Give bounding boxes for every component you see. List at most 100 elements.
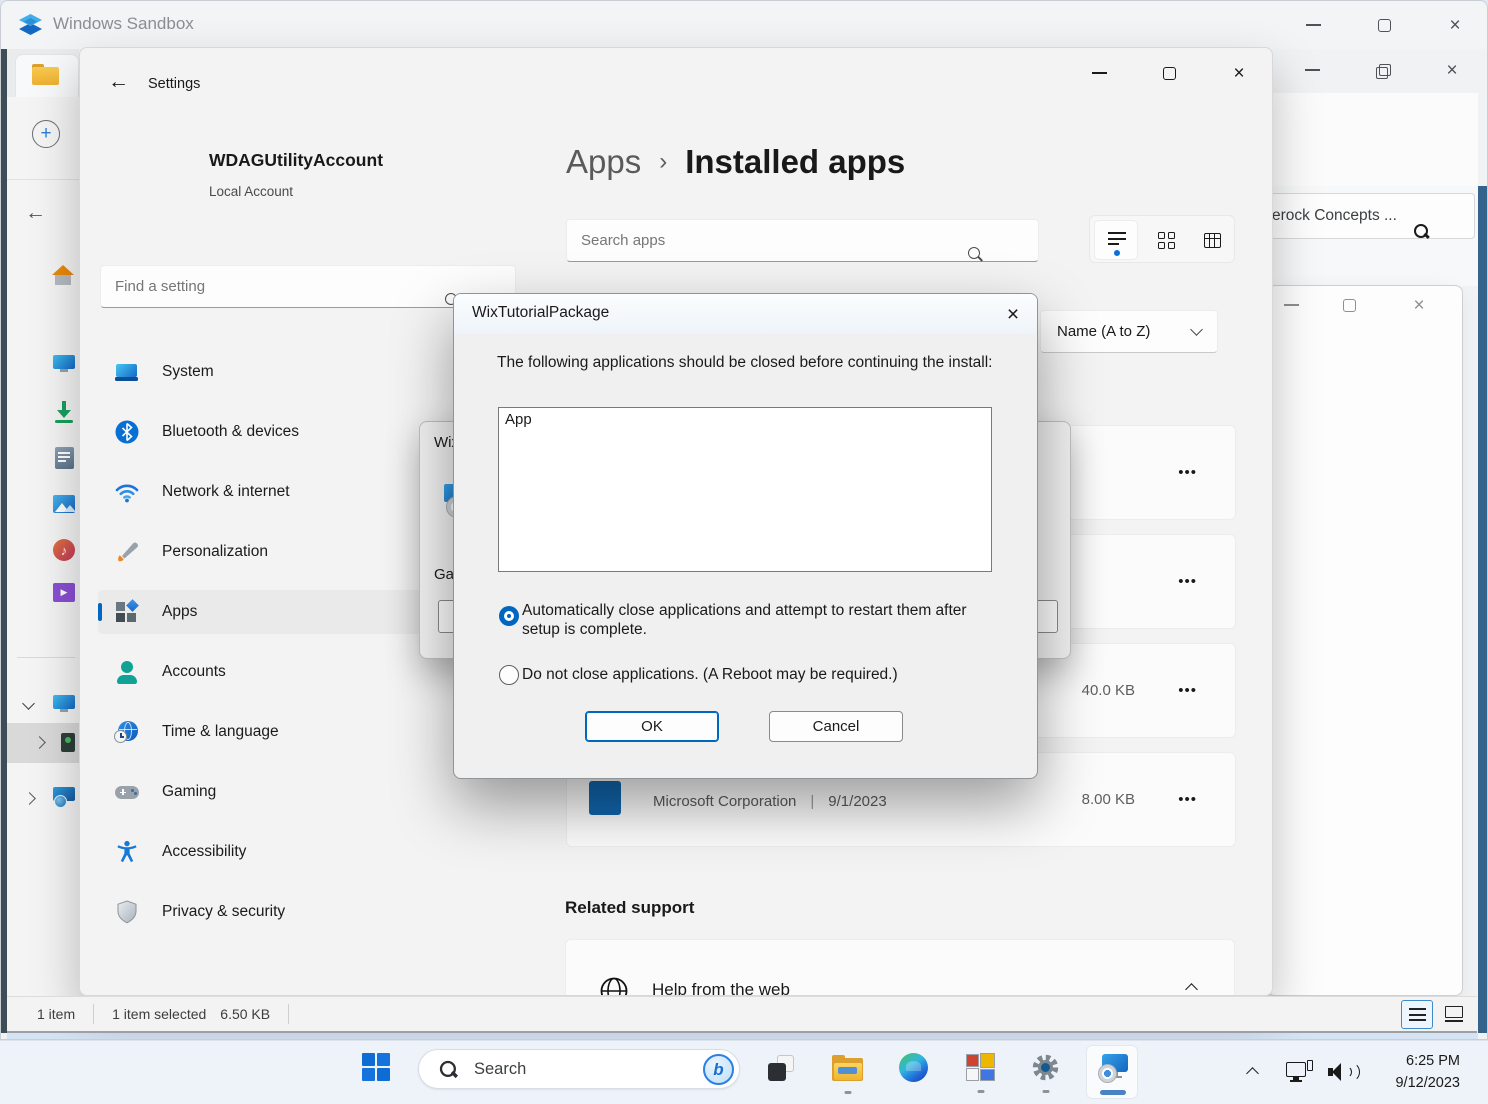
videos-icon[interactable]: ▶ (53, 583, 75, 602)
explorer-restore-button[interactable] (1365, 57, 1399, 83)
more-button[interactable]: ••• (1178, 573, 1197, 590)
colored-tiles-app-icon[interactable] (966, 1053, 995, 1082)
list-view-button[interactable] (1094, 220, 1138, 260)
table-view-button[interactable] (1190, 220, 1234, 260)
tile-view-button[interactable] (1144, 220, 1188, 260)
drive-row-selected[interactable] (7, 723, 79, 763)
start-button[interactable] (362, 1053, 390, 1081)
running-indicator (844, 1091, 851, 1094)
explorer-search-input[interactable] (1272, 207, 1426, 225)
apps-search-input[interactable] (581, 232, 984, 249)
windows-sandbox-taskbar-button[interactable] (1086, 1045, 1138, 1099)
edge-icon[interactable] (899, 1053, 928, 1082)
related-support-title: Related support (565, 898, 694, 918)
tray-time: 6:25 PM (1360, 1050, 1460, 1072)
status-selected-size: 6.50 KB (220, 1006, 270, 1022)
settings-search-input[interactable] (115, 278, 461, 295)
background-window-minimize-button[interactable] (1274, 292, 1308, 318)
pictures-icon[interactable] (53, 495, 75, 513)
sidebar-item-label: System (162, 363, 214, 381)
volume-tray-icon[interactable] (1328, 1061, 1354, 1083)
apps-search-icon[interactable] (968, 247, 982, 262)
clock[interactable]: 6:25 PM 9/12/2023 (1360, 1050, 1460, 1094)
sandbox-maximize-button[interactable] (1367, 12, 1401, 38)
wifi-icon (114, 479, 140, 505)
wix-label-fragment: Ga (434, 566, 454, 583)
radio-no-close[interactable] (499, 665, 519, 685)
shield-icon (114, 899, 140, 925)
tray-chevron-up-icon[interactable] (1246, 1067, 1259, 1080)
bing-icon[interactable]: b (703, 1054, 734, 1085)
this-pc-icon[interactable] (53, 695, 75, 713)
file-explorer-icon[interactable] (832, 1054, 863, 1082)
explorer-search-box[interactable] (1263, 193, 1475, 239)
details-view-button[interactable] (1401, 1000, 1433, 1029)
home-icon[interactable] (51, 265, 75, 286)
wallpaper-sliver-right (1478, 186, 1488, 1033)
ok-button[interactable]: OK (585, 711, 719, 742)
explorer-left-pane: + ← (7, 49, 79, 996)
more-button[interactable]: ••• (1178, 682, 1197, 699)
selected-indicator (98, 603, 102, 621)
running-indicator (1042, 1090, 1049, 1093)
new-tab-button[interactable]: + (32, 120, 60, 148)
explorer-search-icon[interactable] (1414, 224, 1428, 239)
explorer-tab[interactable] (15, 54, 79, 97)
help-card-label: Help from the web (652, 980, 790, 996)
account-type: Local Account (209, 184, 293, 199)
explorer-close-button[interactable]: × (1435, 57, 1469, 83)
dialog-close-button[interactable]: × (996, 301, 1030, 327)
network-tray-icon[interactable] (1286, 1060, 1314, 1084)
applications-listbox[interactable]: App (498, 407, 992, 572)
documents-icon[interactable] (55, 447, 74, 469)
listbox-item[interactable]: App (505, 411, 532, 428)
desktop-icon[interactable] (53, 355, 75, 373)
settings-close-button[interactable]: × (1222, 60, 1256, 86)
sort-dropdown[interactable]: Name (A to Z) (1040, 310, 1218, 353)
background-window: × (1267, 285, 1463, 996)
status-selected-count: 1 item selected (112, 1006, 206, 1022)
settings-back-icon[interactable]: ← (108, 70, 129, 94)
background-window-close-button[interactable]: × (1402, 292, 1436, 318)
cancel-button[interactable]: Cancel (769, 711, 903, 742)
background-window-maximize-button[interactable] (1332, 292, 1366, 318)
plus-icon: + (40, 124, 51, 143)
sidebar-item-accessibility[interactable]: Accessibility (98, 830, 522, 874)
task-view-icon[interactable] (768, 1055, 795, 1082)
explorer-back-icon[interactable]: ← (25, 201, 46, 225)
settings-maximize-button[interactable] (1152, 60, 1186, 86)
more-button[interactable]: ••• (1178, 464, 1197, 481)
sidebar-item-label: Apps (162, 603, 197, 621)
sandbox-close-button[interactable]: × (1438, 12, 1472, 38)
screen: Windows Sandbox × + ← (0, 0, 1488, 1104)
sidebar-item-label: Bluetooth & devices (162, 423, 299, 441)
sidebar-item-privacy[interactable]: Privacy & security (98, 890, 522, 934)
chevron-down-icon (1190, 323, 1203, 336)
chevron-up-icon[interactable] (1185, 983, 1198, 996)
taskbar-search-box[interactable]: Search b (418, 1049, 740, 1089)
apps-search-box[interactable] (566, 219, 1039, 262)
settings-gear-icon[interactable] (1031, 1053, 1060, 1082)
breadcrumb-parent[interactable]: Apps (566, 143, 641, 181)
more-button[interactable]: ••• (1178, 791, 1197, 808)
downloads-icon[interactable] (54, 401, 74, 423)
explorer-topright-region: × (1273, 49, 1488, 93)
radio-no-close-label[interactable]: Do not close applications. (A Reboot may… (522, 666, 992, 684)
status-items-count: 1 item (37, 1006, 75, 1022)
explorer-minimize-button[interactable] (1295, 57, 1329, 83)
network-expander-icon (23, 792, 36, 805)
network-row[interactable] (7, 779, 79, 819)
sandbox-minimize-button[interactable] (1296, 12, 1330, 38)
app-size: 8.00 KB (1082, 791, 1135, 808)
settings-minimize-button[interactable] (1082, 60, 1116, 86)
sidebar-item-label: Time & language (162, 723, 279, 741)
radio-auto-close-label[interactable]: Automatically close applications and att… (522, 601, 984, 639)
sandbox-taskbar-sliver (7, 1033, 1478, 1040)
files-in-use-dialog: WixTutorialPackage × The following appli… (453, 293, 1038, 779)
radio-auto-close[interactable] (499, 606, 519, 626)
icons-view-button[interactable] (1439, 1000, 1469, 1029)
app-publisher: Microsoft Corporation (653, 793, 796, 810)
music-icon[interactable]: ♪ (53, 539, 75, 561)
help-from-web-card[interactable]: Help from the web (565, 939, 1235, 996)
this-pc-expander-icon[interactable] (22, 697, 35, 710)
